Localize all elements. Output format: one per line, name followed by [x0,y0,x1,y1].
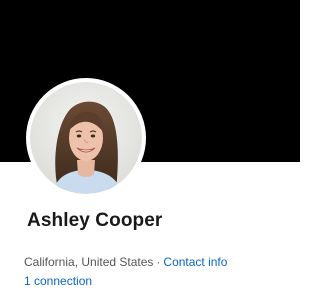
connections-link[interactable]: 1 connection [24,274,92,288]
location-text: California, United States [24,255,154,269]
separator-dot: · [156,255,161,269]
profile-photo-image [30,82,142,194]
location-row: California, United States · Contact info [24,255,227,269]
connections-row: 1 connection [24,274,92,288]
profile-card: Ashley Cooper California, United States ·… [0,0,300,300]
contact-info-link[interactable]: Contact info [163,255,227,269]
profile-photo[interactable] [26,78,146,198]
profile-name: Ashley Cooper [27,210,163,231]
